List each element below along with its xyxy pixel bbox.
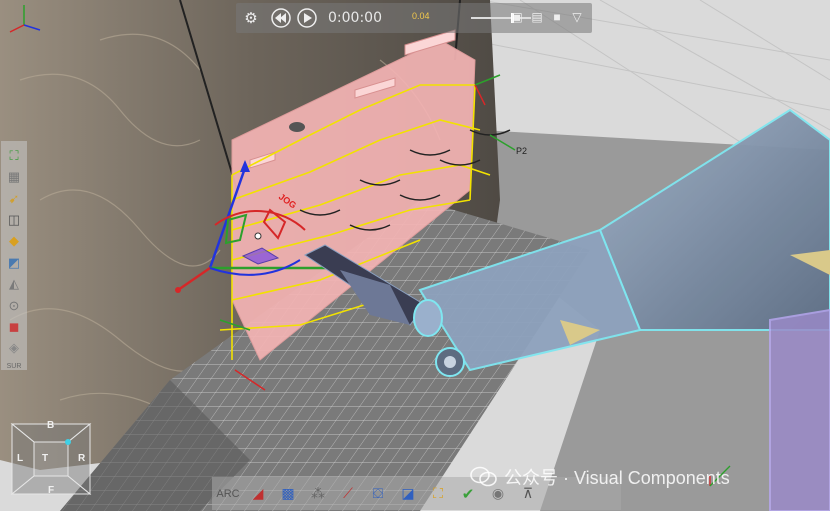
color-cube-button[interactable]: ◼ <box>3 317 25 336</box>
watermark: 公众号 · Visual Components <box>470 464 730 490</box>
frame-icon: ▩ <box>281 485 295 501</box>
vr-icon: ▽ <box>572 10 582 24</box>
gear-icon: ⚙ <box>244 10 258 27</box>
color-cube-icon: ◼ <box>8 318 20 334</box>
ruler-icon: ◭ <box>9 276 19 292</box>
video-camera-icon: ■ <box>553 10 561 24</box>
select-tool-button[interactable]: ➹ <box>3 189 25 208</box>
arc-button[interactable]: ARC <box>216 482 240 506</box>
wechat-icon <box>470 466 497 487</box>
playback-toolbar: ⚙ 0:00:00 0.04 ▣ ▤ ■ ▽ <box>236 3 592 33</box>
image-icon: ▣ <box>511 10 523 24</box>
arc-label: ARC <box>216 487 240 500</box>
simulation-time: 0:00:00 <box>328 10 382 26</box>
cube-icon: ◆ <box>9 233 19 249</box>
weld-icon: ◢ <box>252 485 264 501</box>
weld-tool-button[interactable]: ◢ <box>246 482 270 506</box>
view-cube[interactable]: B L T R F <box>6 414 96 504</box>
view-cube-right[interactable]: R <box>78 453 85 464</box>
fill-view-button[interactable]: ▦ <box>3 167 25 186</box>
play-button[interactable] <box>296 7 318 29</box>
surface-label: SUR <box>6 363 22 371</box>
record-video-button[interactable]: ■ <box>550 9 564 25</box>
grid-icon: ▦ <box>7 169 21 185</box>
fit-view-button[interactable]: ⛶ <box>3 146 25 165</box>
box-view-button[interactable]: ◫ <box>3 210 25 229</box>
surface-tool-icon: ◪ <box>401 485 415 501</box>
teach-icon: ⛋ <box>372 485 384 501</box>
shading-button[interactable]: ◩ <box>3 253 25 272</box>
teach-button[interactable]: ⛋ <box>366 482 390 506</box>
3d-viewport[interactable] <box>0 0 830 511</box>
view-cube-back[interactable]: B <box>47 420 54 431</box>
screenshot-button[interactable]: ▣ <box>510 9 524 25</box>
point-p2-label: P2 <box>516 146 528 156</box>
pdf-export-button[interactable]: ▤ <box>530 9 544 25</box>
box-icon: ◫ <box>7 211 21 227</box>
watermark-text: 公众号 · Visual Components <box>504 468 730 488</box>
view-cube-left[interactable]: L <box>17 453 23 464</box>
play-icon <box>297 8 317 28</box>
frame-button[interactable]: ▩ <box>276 482 300 506</box>
fit-icon: ⛶ <box>9 147 19 163</box>
path-icon: ⟋ <box>343 485 353 501</box>
settings-button[interactable]: ⚙ <box>240 7 262 29</box>
view-cube-top[interactable]: T <box>42 453 48 464</box>
render-mode-button[interactable]: ◆ <box>3 232 25 251</box>
speed-value: 0.04 <box>412 11 430 21</box>
rewind-button[interactable] <box>270 7 292 29</box>
surface-icon: ◈ <box>9 340 19 356</box>
view-cube-front[interactable]: F <box>48 485 54 496</box>
select-frame-button[interactable]: ⛶ <box>426 482 450 506</box>
nodes-icon: ⁂ <box>311 485 325 501</box>
vr-button[interactable]: ▽ <box>570 9 584 25</box>
surface-button[interactable]: ◈ <box>3 339 25 358</box>
snap-icon: ⊙ <box>8 297 20 313</box>
snap-button[interactable]: ⊙ <box>3 296 25 315</box>
pointer-icon: ➹ <box>8 190 20 206</box>
surface-tool-button[interactable]: ◪ <box>396 482 420 506</box>
shade-icon: ◩ <box>7 254 21 270</box>
rewind-icon <box>271 8 291 28</box>
panel-knob <box>289 122 305 132</box>
nodes-button[interactable]: ⁂ <box>306 482 330 506</box>
path-button[interactable]: ⟋ <box>336 482 360 506</box>
pdf-icon: ▤ <box>531 10 543 24</box>
left-toolbar: ⛶ ▦ ➹ ◫ ◆ ◩ ◭ ⊙ ◼ ◈ SUR <box>1 141 27 370</box>
measure-button[interactable]: ◭ <box>3 274 25 293</box>
select-frame-icon: ⛶ <box>433 485 443 501</box>
